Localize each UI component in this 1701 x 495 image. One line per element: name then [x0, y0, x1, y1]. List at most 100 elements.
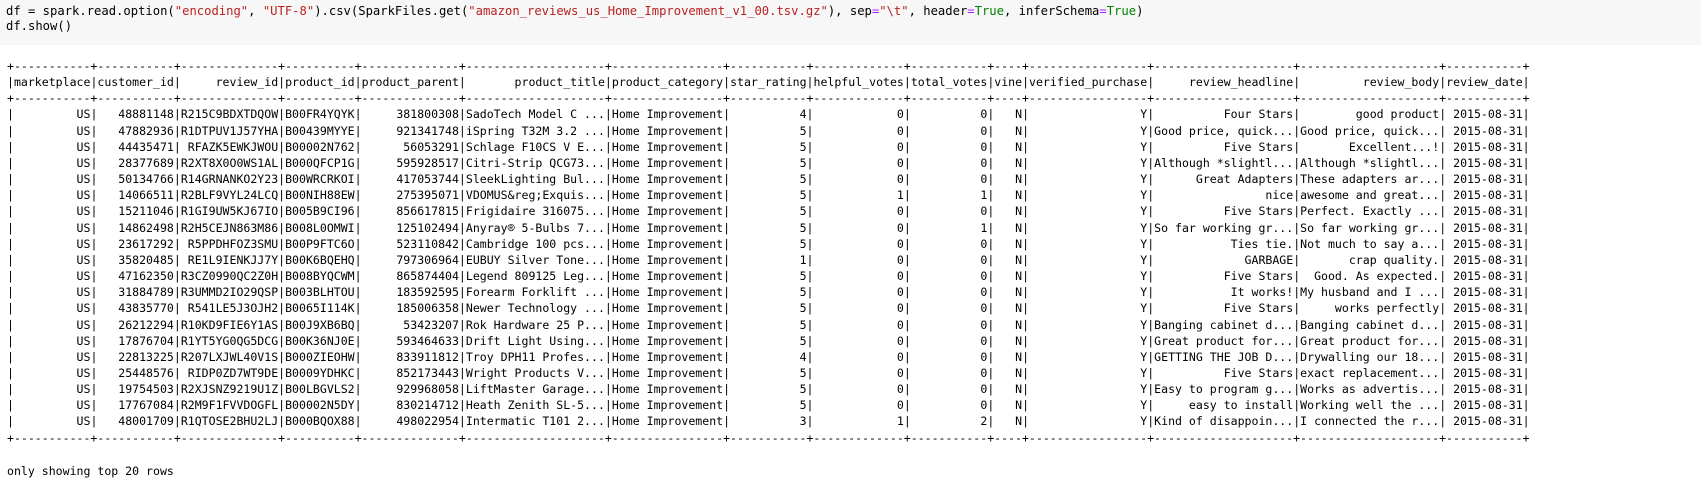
cell-product_category: Home Improvement [611, 365, 724, 380]
table-row: | US| 17767084|R2M9F1FVVDOGFL|B00002N5DY… [7, 398, 1530, 413]
cell-helpful_votes: 0 [813, 172, 904, 187]
cell-review_headline: So far working gr... [1154, 220, 1294, 235]
cell-total_votes: 0 [910, 139, 988, 154]
cell-vine: N [994, 220, 1023, 235]
cell-product_parent: 833911812 [361, 349, 459, 364]
cell-review_date: 2015-08-31 [1446, 382, 1523, 397]
cell-vine: N [994, 269, 1023, 284]
cell-review_headline: GETTING THE JOB D... [1154, 349, 1294, 364]
cell-verified_purchase: Y [1029, 301, 1148, 316]
cell-review_date: 2015-08-31 [1446, 155, 1523, 170]
header-cell-customer_id: customer_id [97, 75, 174, 90]
cell-verified_purchase: Y [1029, 236, 1148, 251]
cell-product_title: Rok Hardware 25 P... [465, 317, 605, 332]
cell-product_id: B0065I114K [285, 301, 355, 316]
cell-customer_id: 28377689 [97, 155, 174, 170]
cell-customer_id: 50134766 [97, 172, 174, 187]
cell-verified_purchase: Y [1029, 382, 1148, 397]
cell-total_votes: 2 [910, 414, 988, 429]
header-cell-verified_purchase: verified_purchase [1029, 75, 1148, 90]
cell-marketplace: US [13, 333, 91, 348]
cell-review_headline: easy to install [1154, 398, 1294, 413]
cell-helpful_votes: 1 [813, 188, 904, 203]
cell-star_rating: 5 [730, 204, 807, 219]
code-cell[interactable]: df = spark.read.option("encoding", "UTF-… [0, 0, 1701, 45]
cell-total_votes: 0 [910, 382, 988, 397]
cell-product_category: Home Improvement [611, 123, 724, 138]
cell-review_headline: Ties tie. [1154, 236, 1294, 251]
cell-review_date: 2015-08-31 [1446, 220, 1523, 235]
cell-product_category: Home Improvement [611, 269, 724, 284]
header-cell-product_id: product_id [285, 75, 355, 90]
cell-total_votes: 0 [910, 107, 988, 122]
cell-product_title: Frigidaire 316075... [465, 204, 605, 219]
cell-customer_id: 44435471 [97, 139, 174, 154]
table-row: | US| 22813225|R207LXJWL40V1S|B000ZIEOHW… [7, 349, 1530, 364]
cell-review_id: R1DTPUV1J57YHA [180, 123, 279, 138]
cell-customer_id: 19754503 [97, 382, 174, 397]
cell-product_title: Drift Light Using... [465, 333, 605, 348]
cell-review_date: 2015-08-31 [1446, 172, 1523, 187]
cell-product_category: Home Improvement [611, 204, 724, 219]
cell-verified_purchase: Y [1029, 188, 1148, 203]
cell-product_id: B00K36NJ0E [285, 333, 355, 348]
cell-review_headline: Easy to program g... [1154, 382, 1294, 397]
cell-review_date: 2015-08-31 [1446, 285, 1523, 300]
table-row: | US| 28377689|R2XT8X0O0WS1AL|B000QFCP1G… [7, 155, 1530, 170]
header-cell-vine: vine [994, 75, 1023, 90]
cell-review_body: So far working gr... [1300, 220, 1440, 235]
cell-product_category: Home Improvement [611, 333, 724, 348]
cell-helpful_votes: 0 [813, 252, 904, 267]
cell-product_id: B00NIH88EW [285, 188, 355, 203]
cell-vine: N [994, 382, 1023, 397]
cell-product_parent: 830214712 [361, 398, 459, 413]
cell-vine: N [994, 349, 1023, 364]
cell-star_rating: 5 [730, 285, 807, 300]
table-row: | US| 43835770| R541LE5J3OJH2|B0065I114K… [7, 301, 1530, 316]
cell-product_id: B003BLHTOU [285, 285, 355, 300]
cell-star_rating: 4 [730, 349, 807, 364]
cell-vine: N [994, 172, 1023, 187]
cell-total_votes: 0 [910, 398, 988, 413]
cell-review_date: 2015-08-31 [1446, 252, 1523, 267]
cell-helpful_votes: 0 [813, 365, 904, 380]
cell-star_rating: 5 [730, 236, 807, 251]
cell-helpful_votes: 0 [813, 123, 904, 138]
cell-product_parent: 797306964 [361, 252, 459, 267]
code-line-1[interactable]: df = spark.read.option("encoding", "UTF-… [6, 4, 1143, 19]
cell-review_headline: Five Stars [1154, 269, 1294, 284]
cell-vine: N [994, 398, 1023, 413]
cell-marketplace: US [13, 155, 91, 170]
cell-vine: N [994, 414, 1023, 429]
cell-product_id: B008BYQCWM [285, 269, 355, 284]
cell-customer_id: 47882936 [97, 123, 174, 138]
cell-marketplace: US [13, 398, 91, 413]
cell-review_headline: Good price, quick... [1154, 123, 1294, 138]
cell-product_category: Home Improvement [611, 317, 724, 332]
cell-review_id: R2XT8X0O0WS1AL [180, 155, 279, 170]
cell-marketplace: US [13, 107, 91, 122]
cell-review_body: works perfectly [1300, 301, 1440, 316]
cell-star_rating: 5 [730, 269, 807, 284]
header-cell-review_id: review_id [180, 75, 279, 90]
cell-product_id: B00P9FTC6O [285, 236, 355, 251]
cell-verified_purchase: Y [1029, 172, 1148, 187]
cell-marketplace: US [13, 252, 91, 267]
cell-total_votes: 0 [910, 155, 988, 170]
cell-review_headline: Great product for... [1154, 333, 1294, 348]
cell-review_body: Great product for... [1300, 333, 1440, 348]
cell-review_date: 2015-08-31 [1446, 236, 1523, 251]
cell-product_title: Legend 809125 Leg... [465, 269, 605, 284]
cell-product_parent: 856617815 [361, 204, 459, 219]
cell-star_rating: 1 [730, 252, 807, 267]
table-header: |marketplace|customer_id| review_id|prod… [7, 75, 1530, 90]
cell-product_id: B000QFCP1G [285, 155, 355, 170]
cell-review_id: R215C9BDXTDQOW [180, 107, 279, 122]
cell-total_votes: 0 [910, 252, 988, 267]
code-line-2[interactable]: df.show() [6, 19, 72, 34]
cell-product_parent: 865874404 [361, 269, 459, 284]
cell-marketplace: US [13, 301, 91, 316]
cell-product_category: Home Improvement [611, 398, 724, 413]
table-row: | US| 48881148|R215C9BDXTDQOW|B00FR4YQYK… [7, 107, 1530, 122]
table-row: | US| 25448576| RIDP0ZD7WT9DE|B0009YDHKC… [7, 365, 1530, 380]
